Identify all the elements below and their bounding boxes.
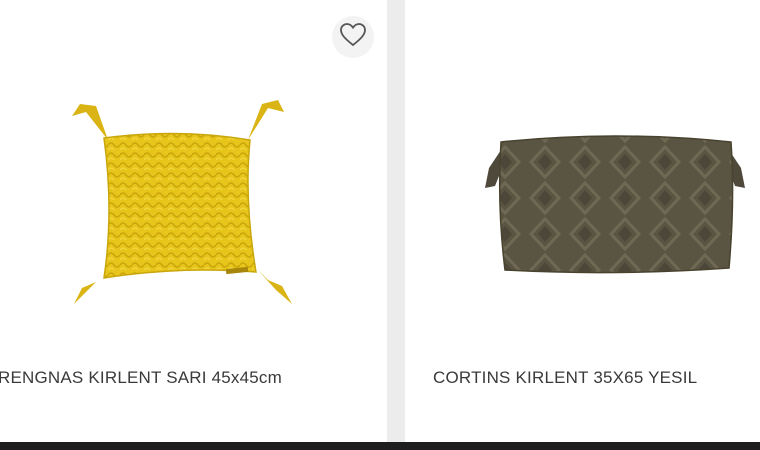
product-card-cortins[interactable]: CORTINS KIRLENT 35X65 YESIL <box>405 0 760 442</box>
favorite-button[interactable] <box>332 16 374 58</box>
olive-cushion-image <box>485 135 745 274</box>
product-name[interactable]: CORTINS KIRLENT 35X65 YESIL <box>433 368 697 388</box>
yellow-cushion-image <box>72 100 292 304</box>
product-card-rengnas[interactable]: RENGNAS KIRLENT SARI 45x45cm <box>0 0 387 442</box>
product-name[interactable]: RENGNAS KIRLENT SARI 45x45cm <box>0 368 282 388</box>
heart-outline-icon <box>340 22 366 52</box>
bottom-bar <box>0 442 760 450</box>
product-image-olive-cushion[interactable] <box>405 0 760 345</box>
product-image-yellow-cushion[interactable] <box>0 0 387 345</box>
